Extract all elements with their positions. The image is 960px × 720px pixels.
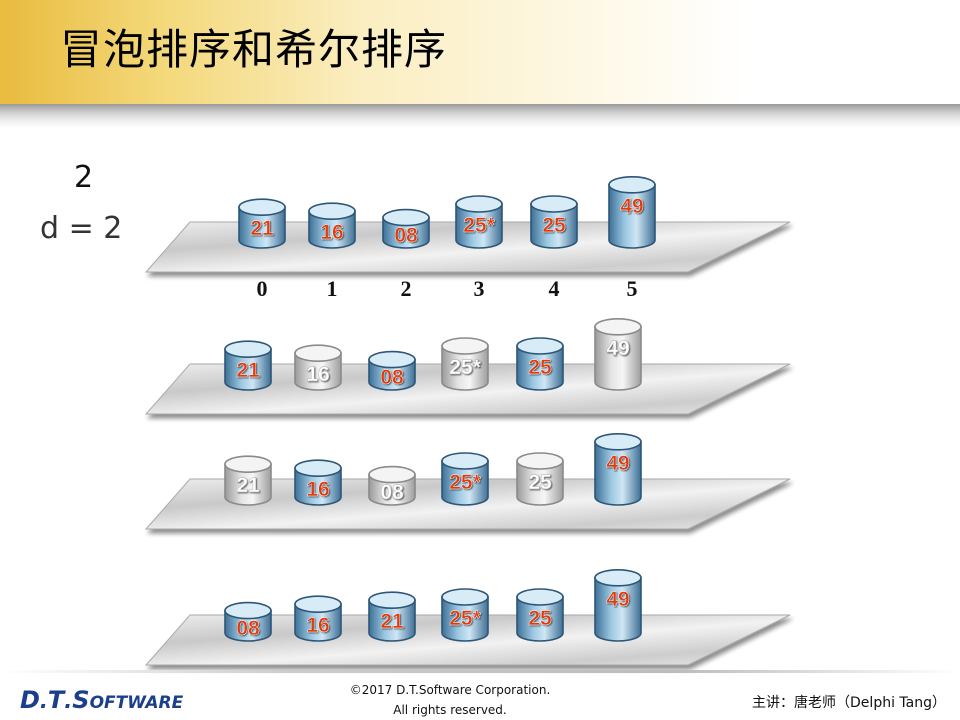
cylinder-value-label: 49 <box>606 337 629 360</box>
copyright-line-2: All rights reserved. <box>393 703 507 717</box>
cylinder-cap <box>294 595 342 614</box>
cylinder-cap <box>594 568 642 587</box>
cylinder-cap <box>516 588 564 606</box>
footer-divider <box>0 670 960 673</box>
cylinder-r1-c1: 16 <box>308 202 356 249</box>
cylinder-r1-c4: 25 <box>530 195 578 249</box>
cylinder-value-label: 21 <box>250 217 274 240</box>
cylinder-cap <box>368 591 416 610</box>
cylinder-value-label: 25 <box>528 607 552 630</box>
cylinder-r2-c5: 49 <box>594 317 642 391</box>
cylinder-value-label: 25* <box>449 356 481 379</box>
cylinder-r2-c2: 08 <box>368 350 416 391</box>
cylinder-value-label: 16 <box>306 614 329 637</box>
cylinder-cap <box>441 588 489 606</box>
copyright-line-1: ©2017 D.T.Software Corporation. <box>349 683 551 697</box>
cylinder-cap <box>516 337 564 355</box>
cylinder-cap <box>308 202 356 220</box>
cylinder-value-label: 08 <box>394 224 418 247</box>
cylinder-value-label: 21 <box>380 610 404 633</box>
cylinder-value-label: 08 <box>236 617 260 640</box>
cylinder-r4-c0: 08 <box>224 601 272 642</box>
cylinder-value-label: 08 <box>380 481 404 504</box>
cylinder-r3-c1: 16 <box>294 459 342 506</box>
cylinder-r1-c5: 49 <box>608 176 656 249</box>
cylinder-r4-c2: 21 <box>368 591 416 642</box>
presenter-credit: 主讲：唐老师（Delphi Tang） <box>752 695 946 711</box>
cylinder-cap <box>530 195 578 213</box>
cylinder-r2-c3: 25* <box>441 337 489 391</box>
cylinder-cap <box>238 198 286 216</box>
cylinder-r4-c3: 25* <box>441 588 489 642</box>
cylinder-value-label: 25 <box>528 356 552 379</box>
cylinder-value-label: 16 <box>306 478 329 501</box>
cylinder-value-label: 25* <box>463 214 495 237</box>
cylinder-cap <box>516 452 564 470</box>
index-label-2: 2 <box>401 276 412 301</box>
cylinder-cap <box>455 195 503 213</box>
cylinder-cap <box>224 340 272 359</box>
cylinder-value-label: 08 <box>380 366 404 389</box>
cylinder-r4-c1: 16 <box>294 595 342 642</box>
cylinder-cap <box>441 337 489 355</box>
index-label-3: 3 <box>474 276 485 301</box>
cylinder-r1-c2: 08 <box>382 208 430 249</box>
cylinder-r3-c4: 25 <box>516 452 564 506</box>
cylinder-r4-c4: 25 <box>516 588 564 642</box>
cylinder-r2-c0: 21 <box>224 340 272 391</box>
sort-diagram: 0 1 2 3 4 5 21 16 08 25* 25 49 21 16 08 25* 25 49 21 16 08 2… <box>144 176 791 666</box>
cylinder-value-label: 49 <box>606 452 629 475</box>
cylinder-r3-c3: 25* <box>441 452 489 506</box>
cylinder-cap <box>608 176 656 194</box>
cylinder-value-label: 16 <box>320 221 343 244</box>
index-label-4: 4 <box>549 276 560 301</box>
dt-software-logo: D.T.SOFTWARE <box>20 686 184 714</box>
cylinder-cap <box>594 317 642 336</box>
cylinder-r1-c3: 25* <box>455 195 503 249</box>
cylinder-cap <box>224 455 272 474</box>
cylinder-r3-c5: 49 <box>594 432 642 506</box>
index-label-1: 1 <box>327 276 338 301</box>
cylinder-cap <box>594 432 642 451</box>
cylinder-value-label: 21 <box>236 474 260 497</box>
cylinder-cap <box>294 459 342 478</box>
cylinder-cap <box>441 452 489 470</box>
cylinder-value-label: 49 <box>606 588 629 611</box>
cylinder-r1-c0: 21 <box>238 198 286 249</box>
copyright-notice: ©2017 D.T.Software Corporation. All righ… <box>280 680 620 720</box>
cylinder-value-label: 25 <box>528 471 552 494</box>
cylinder-value-label: 25 <box>542 214 566 237</box>
cylinder-cap <box>294 344 342 363</box>
cylinder-r3-c0: 21 <box>224 455 272 506</box>
cylinder-r4-c5: 49 <box>594 568 642 642</box>
cylinder-value-label: 25* <box>449 471 481 494</box>
cylinder-value-label: 49 <box>620 195 643 218</box>
index-label-5: 5 <box>627 276 638 301</box>
cylinder-r3-c2: 08 <box>368 465 416 506</box>
index-label-0: 0 <box>257 276 268 301</box>
cylinder-r2-c4: 25 <box>516 337 564 391</box>
cylinder-value-label: 25* <box>449 607 481 630</box>
cylinder-value-label: 21 <box>236 359 260 382</box>
cylinder-value-label: 16 <box>306 363 329 386</box>
cylinder-r2-c1: 16 <box>294 344 342 391</box>
